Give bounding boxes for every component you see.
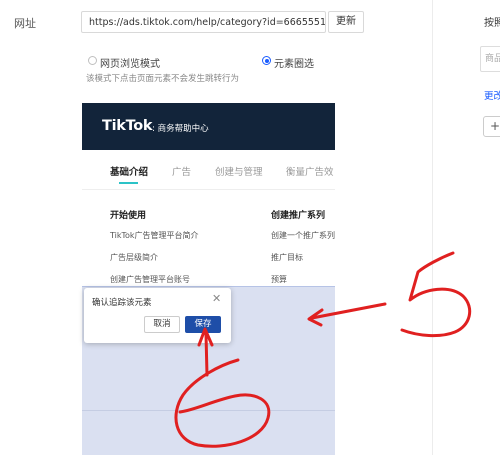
- number-5-drawing: [400, 251, 472, 338]
- annotation-layer: [174, 251, 472, 448]
- arrow-line-6: [204, 332, 209, 377]
- number-6-drawing: [174, 358, 271, 448]
